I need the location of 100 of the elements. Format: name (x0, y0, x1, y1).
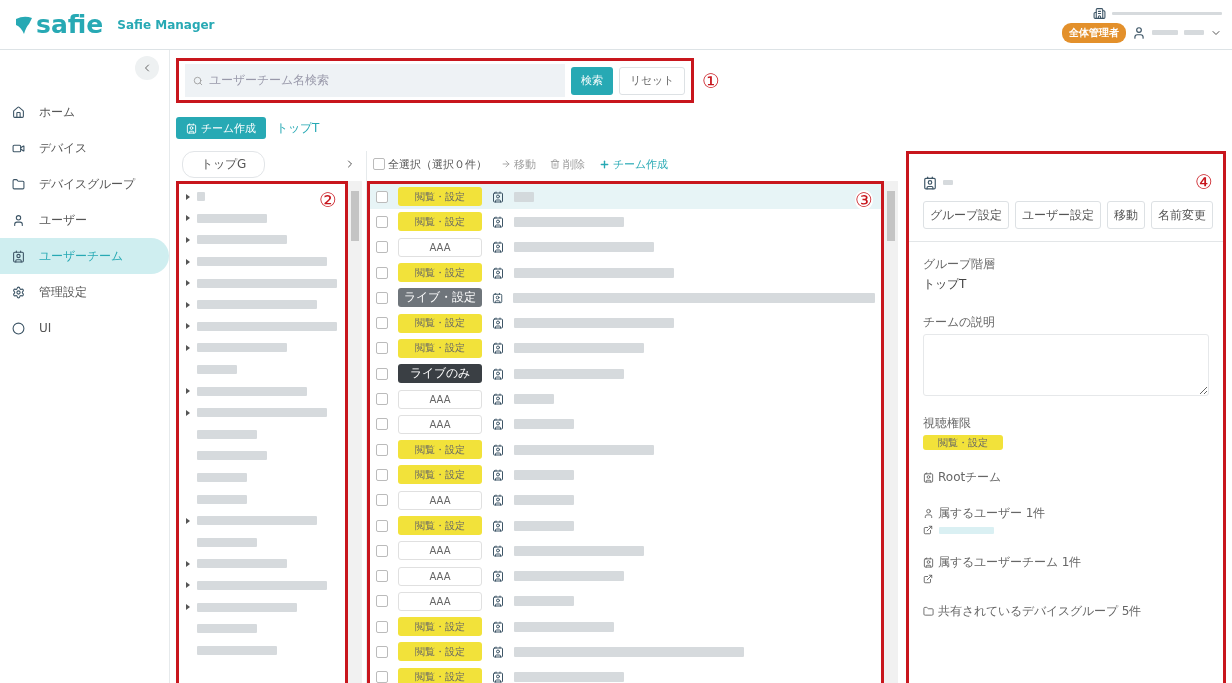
action-button[interactable]: ユーザー設定 (1015, 201, 1101, 229)
team-row[interactable]: 閲覧・設定 (370, 512, 881, 539)
expand-icon[interactable] (185, 193, 191, 200)
expand-icon[interactable] (185, 258, 191, 265)
checkbox[interactable] (376, 342, 388, 355)
nav-item[interactable]: UI (0, 310, 169, 346)
expand-icon[interactable] (185, 409, 191, 416)
team-icon (492, 317, 504, 330)
blurred-text (939, 526, 994, 534)
checkbox[interactable] (376, 190, 388, 203)
blurred-text (514, 520, 574, 531)
team-row[interactable]: ライブのみ (370, 361, 881, 387)
expand-icon[interactable] (185, 517, 191, 524)
permission-badge: AAA (398, 541, 482, 561)
nav-item[interactable]: ユーザー (0, 202, 169, 238)
team-icon (492, 595, 504, 608)
checkbox[interactable] (376, 215, 388, 228)
team-row[interactable]: AAA (370, 487, 881, 513)
checkbox[interactable] (376, 367, 388, 380)
permission-badge: 閲覧・設定 (398, 313, 482, 333)
trash-icon (550, 159, 560, 169)
team-icon (186, 122, 197, 134)
team-row[interactable]: 閲覧・設定 (370, 436, 881, 463)
nav-icon (12, 105, 25, 119)
root-team-label: Rootチーム (923, 469, 1209, 486)
description-field[interactable] (923, 334, 1209, 396)
blurred-text (197, 192, 205, 202)
root-group-button[interactable]: トップG (182, 150, 266, 178)
checkbox[interactable] (376, 595, 388, 608)
permission-badge: ライブのみ (398, 364, 482, 384)
expand-icon[interactable] (185, 301, 191, 308)
checkbox[interactable] (376, 393, 388, 405)
expand-icon[interactable] (185, 323, 191, 330)
team-row[interactable]: 閲覧・設定 (370, 259, 881, 286)
expand-icon[interactable] (185, 215, 191, 222)
scrollbar[interactable] (884, 181, 898, 683)
team-row[interactable]: 閲覧・設定 (370, 639, 881, 665)
expand-icon[interactable] (185, 604, 191, 611)
expand-icon[interactable] (185, 388, 191, 395)
team-row[interactable]: 閲覧・設定 (370, 310, 881, 336)
team-row[interactable]: 閲覧・設定 (370, 209, 881, 235)
expand-icon[interactable] (185, 560, 191, 567)
checkbox[interactable] (373, 158, 385, 170)
team-row[interactable]: AAA (370, 588, 881, 615)
delete-action[interactable]: 削除 (550, 156, 585, 172)
team-row[interactable]: AAA (370, 386, 881, 412)
team-row[interactable]: AAA (370, 411, 881, 437)
action-button[interactable]: 名前変更 (1151, 201, 1213, 229)
team-row[interactable]: ライブ・設定 (370, 285, 881, 311)
safie-logo: safie (14, 10, 104, 39)
team-icon (492, 215, 504, 228)
checkbox[interactable] (376, 671, 388, 683)
expand-icon[interactable] (185, 237, 191, 243)
checkbox[interactable] (376, 646, 388, 658)
team-row[interactable]: 閲覧・設定 (370, 614, 881, 640)
reset-button[interactable]: リセット (619, 66, 685, 95)
team-row[interactable]: AAA (370, 563, 881, 589)
checkbox[interactable] (376, 468, 388, 481)
expand-icon[interactable] (185, 280, 191, 287)
checkbox[interactable] (376, 291, 388, 304)
arrow-right-icon (501, 159, 511, 169)
team-row[interactable]: AAA (370, 538, 881, 564)
nav-item[interactable]: 管理設定 (0, 274, 169, 310)
blurred-text (197, 473, 247, 482)
scrollbar[interactable] (348, 181, 362, 683)
checkbox[interactable] (376, 620, 388, 633)
permission-badge: 閲覧・設定 (398, 642, 482, 662)
checkbox[interactable] (376, 494, 388, 507)
nav-item[interactable]: デバイスグループ (0, 166, 169, 202)
nav-item[interactable]: ホーム (0, 94, 169, 130)
checkbox[interactable] (376, 418, 388, 431)
checkbox[interactable] (376, 570, 388, 583)
collapse-button[interactable] (135, 56, 159, 80)
permission-badge: 閲覧・設定 (398, 465, 482, 485)
external-link-icon[interactable] (923, 574, 933, 584)
team-icon (492, 291, 504, 304)
team-icon (492, 418, 504, 431)
role-badge: 全体管理者 (1062, 22, 1126, 43)
permission-badge: 閲覧・設定 (398, 516, 482, 535)
checkbox[interactable] (376, 317, 388, 330)
checkbox[interactable] (376, 519, 388, 532)
checkbox[interactable] (376, 443, 388, 456)
checkbox[interactable] (376, 266, 388, 279)
action-button[interactable]: グループ設定 (923, 201, 1009, 229)
external-link-icon[interactable] (923, 525, 933, 535)
team-row[interactable]: 閲覧・設定 (370, 335, 881, 362)
nav-item[interactable]: デバイス (0, 130, 169, 166)
checkbox[interactable] (376, 544, 388, 557)
team-row[interactable]: 閲覧・設定 (370, 664, 881, 683)
team-icon (492, 468, 504, 481)
action-button[interactable]: 移動 (1107, 201, 1145, 229)
expand-icon[interactable] (185, 344, 191, 351)
permission-badge: 閲覧・設定 (398, 667, 482, 683)
expand-icon[interactable] (185, 582, 191, 589)
team-icon (492, 393, 504, 405)
blurred-text (514, 419, 574, 430)
team-row[interactable]: AAA (370, 234, 881, 260)
checkbox[interactable] (376, 241, 388, 254)
team-row[interactable]: 閲覧・設定 (370, 462, 881, 488)
user-teams-label: 属するユーザーチーム 1件 (923, 554, 1209, 571)
